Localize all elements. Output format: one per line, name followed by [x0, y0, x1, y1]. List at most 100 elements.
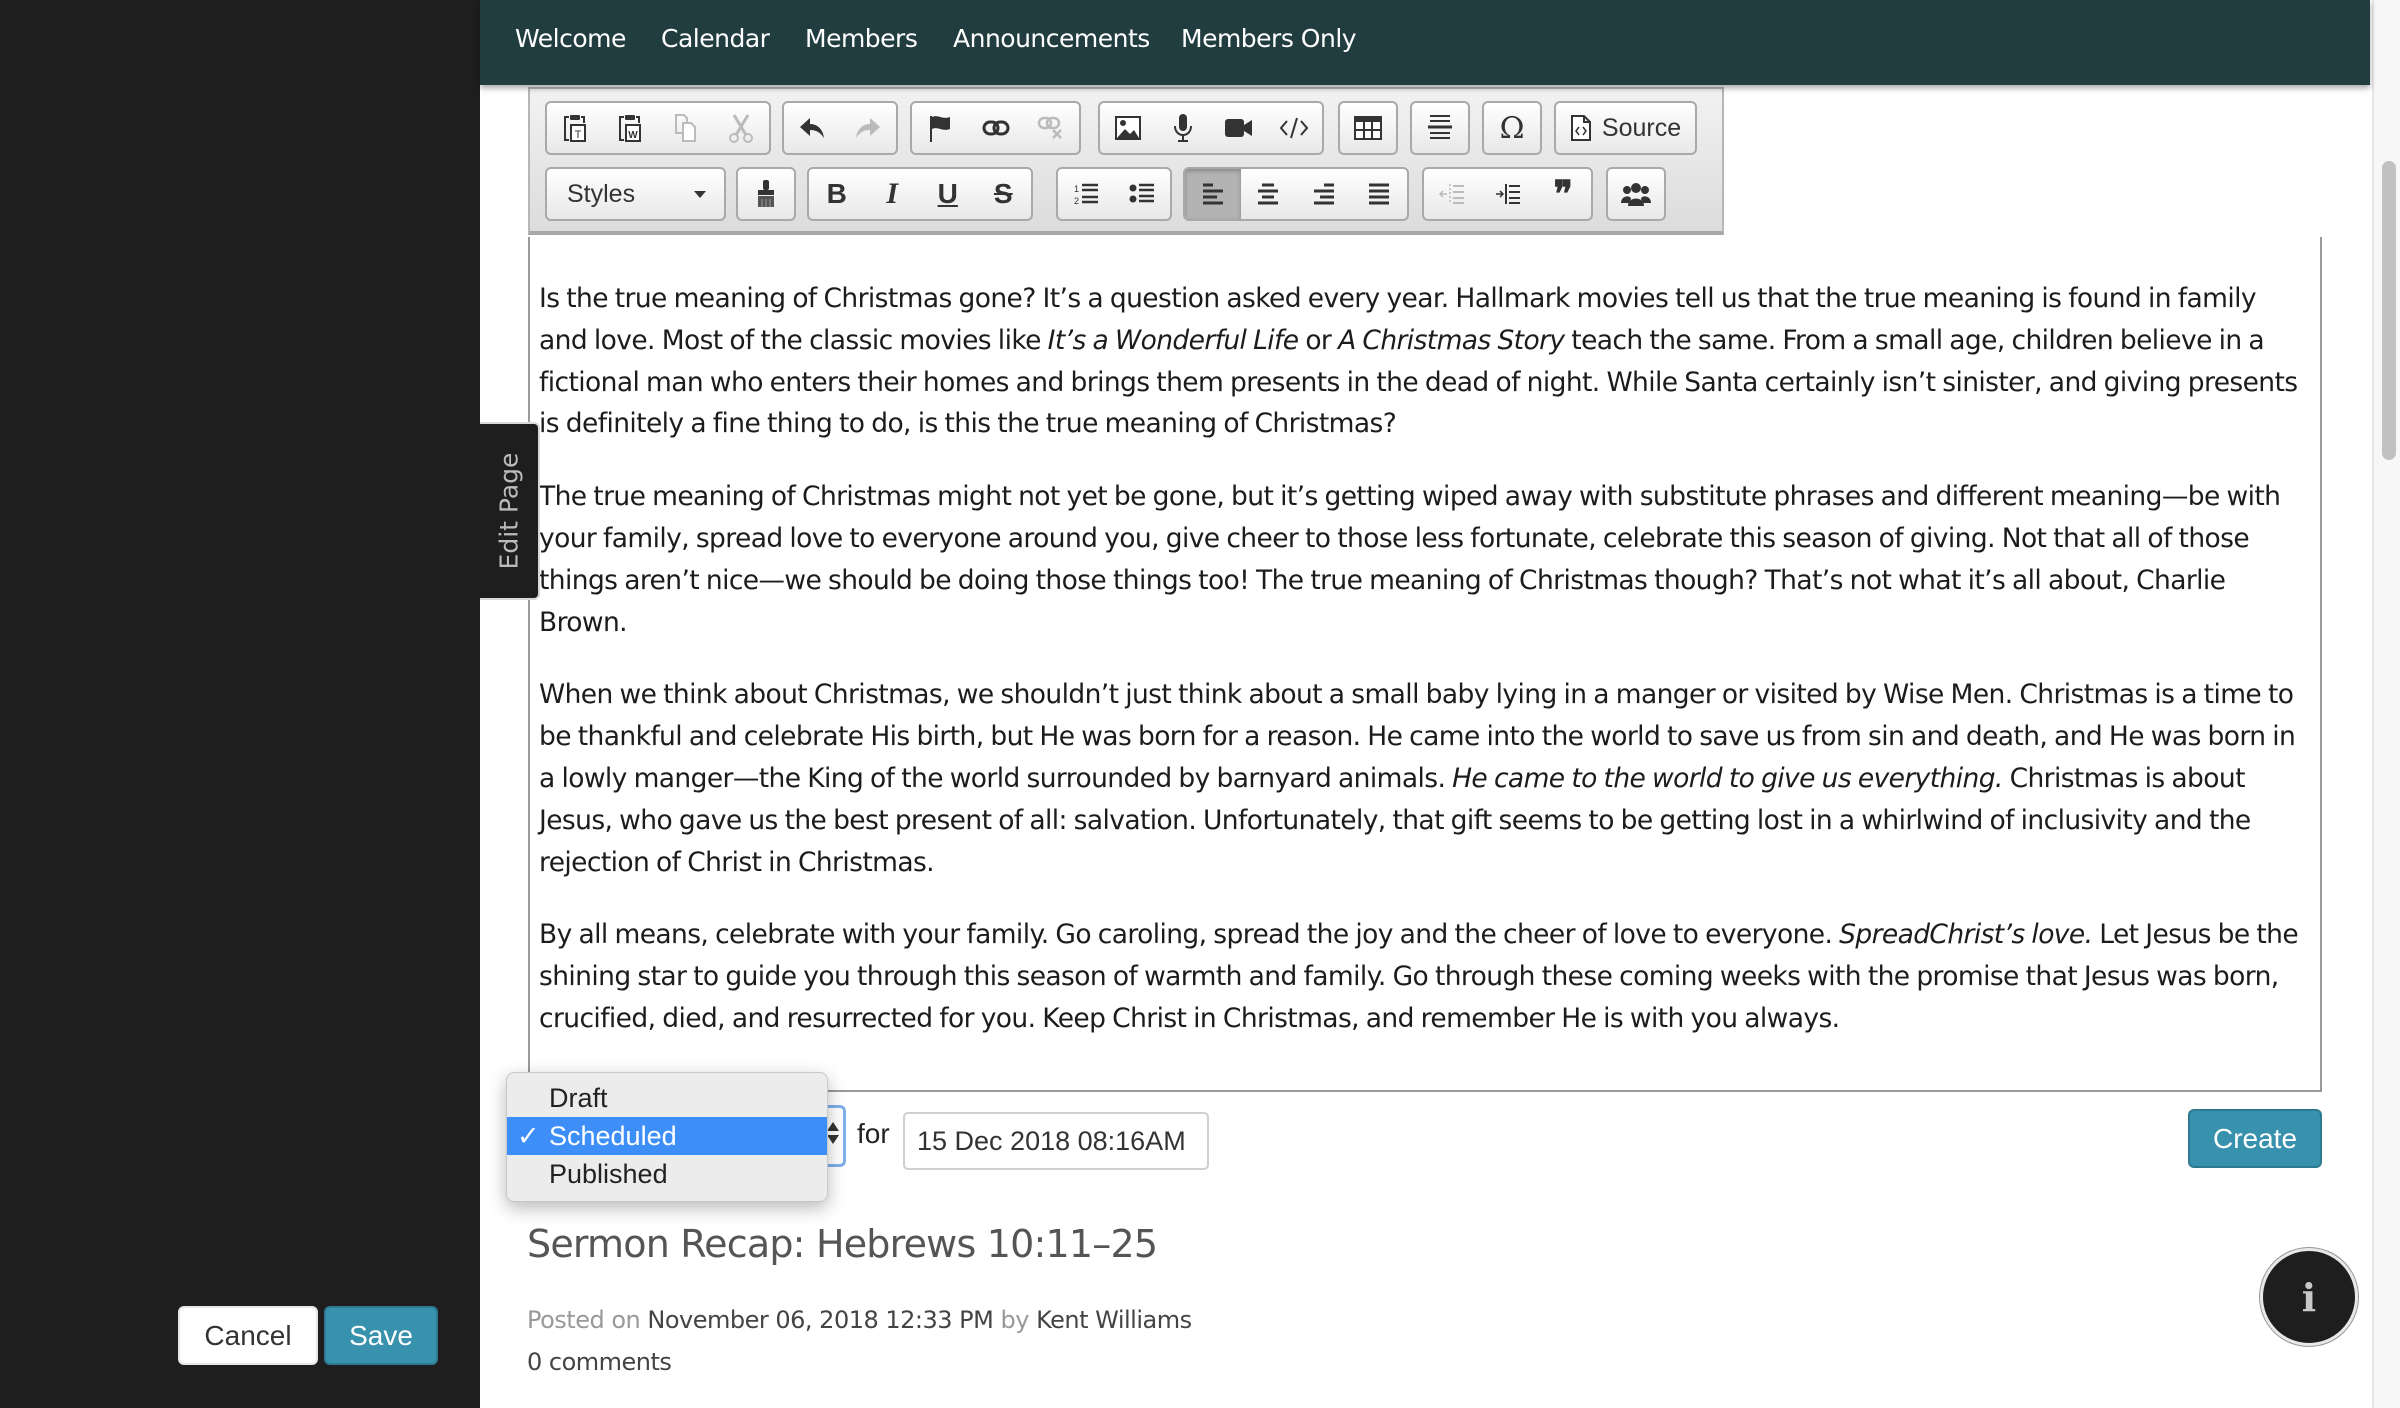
- indent-icon: [1495, 184, 1520, 204]
- image-button[interactable]: [1100, 103, 1156, 153]
- edit-page-label: Edit Page: [494, 452, 524, 570]
- source-button[interactable]: Source: [1556, 103, 1695, 153]
- horizontal-rule-button[interactable]: [1412, 103, 1468, 153]
- edit-page-tab[interactable]: Edit Page: [480, 422, 540, 600]
- nav-item-announcements[interactable]: Announcements: [953, 24, 1150, 53]
- horizontal-rule-icon: [1428, 115, 1452, 139]
- undo-icon: [800, 118, 824, 138]
- copy-button[interactable]: [658, 103, 714, 153]
- format-painter-group: [736, 167, 796, 221]
- align-justify-icon: [1369, 183, 1390, 205]
- link-button[interactable]: [968, 103, 1024, 153]
- posted-on-label: Posted on: [527, 1306, 641, 1334]
- editor-paragraph[interactable]: Is the true meaning of Christmas gone? I…: [539, 278, 2309, 445]
- editor-paragraph[interactable]: When we think about Christmas, we should…: [539, 674, 2309, 883]
- create-button[interactable]: Create: [2188, 1109, 2322, 1168]
- source-label: Source: [1601, 113, 1682, 142]
- left-edit-panel: [0, 0, 480, 1408]
- align-center-icon: [1258, 183, 1279, 205]
- bulleted-list-button[interactable]: [1114, 169, 1170, 219]
- paste-text-button[interactable]: T: [547, 103, 603, 153]
- special-char-group: Ω: [1482, 101, 1542, 155]
- nav-item-members-only[interactable]: Members Only: [1181, 24, 1357, 53]
- text-run: By all means, celebrate with your family…: [539, 919, 1840, 951]
- styles-label: Styles: [567, 179, 636, 208]
- bold-button[interactable]: B: [809, 169, 865, 219]
- top-navbar: Welcome Calendar Members Announcements M…: [480, 0, 2370, 85]
- status-option-scheduled[interactable]: ✓ Scheduled: [507, 1117, 827, 1155]
- svg-text:W: W: [629, 130, 639, 141]
- list-group: 12: [1056, 167, 1172, 221]
- source-icon: [1570, 115, 1591, 141]
- anchor-button[interactable]: [912, 103, 968, 153]
- editor-paragraph[interactable]: By all means, celebrate with your family…: [539, 914, 2309, 1039]
- numbered-list-button[interactable]: 12: [1058, 169, 1114, 219]
- undo-button[interactable]: [784, 103, 840, 153]
- users-icon: [1621, 183, 1651, 206]
- users-button[interactable]: [1608, 169, 1664, 219]
- info-button[interactable]: i: [2260, 1248, 2358, 1346]
- svg-text:1: 1: [1074, 184, 1079, 194]
- paste-word-button[interactable]: W: [603, 103, 659, 153]
- media-group: [1098, 101, 1324, 155]
- status-dropdown-menu: Draft ✓ Scheduled Published: [506, 1072, 828, 1202]
- outdent-button[interactable]: [1424, 169, 1480, 219]
- cancel-button[interactable]: Cancel: [178, 1306, 318, 1365]
- audio-icon: [1174, 114, 1193, 142]
- embed-code-button[interactable]: [1267, 103, 1323, 153]
- scrollbar-thumb[interactable]: [2382, 160, 2396, 461]
- video-icon: [1224, 119, 1252, 137]
- post-author: Kent Williams: [1036, 1306, 1192, 1334]
- hr-group: [1410, 101, 1470, 155]
- cut-icon: [729, 114, 754, 143]
- format-painter-button[interactable]: [738, 169, 794, 219]
- underline-button[interactable]: U: [920, 169, 976, 219]
- table-button[interactable]: [1340, 103, 1396, 153]
- nav-item-members[interactable]: Members: [805, 24, 918, 53]
- svg-text:2: 2: [1074, 196, 1079, 206]
- italic-button[interactable]: I: [865, 169, 921, 219]
- cut-button[interactable]: [714, 103, 770, 153]
- blockquote-button[interactable]: ❞: [1535, 169, 1591, 219]
- strikethrough-button[interactable]: S: [976, 169, 1032, 219]
- paintbrush-icon: [758, 180, 774, 207]
- chevron-down-icon: [694, 190, 706, 198]
- status-option-published[interactable]: Published: [507, 1155, 827, 1193]
- text-run: The true meaning of Christmas might not …: [539, 481, 2281, 638]
- post-meta: Posted on November 06, 2018 12:33 PM by …: [527, 1306, 1192, 1334]
- align-left-button[interactable]: [1185, 169, 1241, 219]
- audio-button[interactable]: [1156, 103, 1212, 153]
- option-label: Published: [549, 1159, 668, 1189]
- save-button[interactable]: Save: [324, 1306, 438, 1365]
- styles-dropdown[interactable]: Styles: [545, 167, 726, 221]
- nav-item-welcome[interactable]: Welcome: [515, 24, 626, 53]
- users-group: [1606, 167, 1666, 221]
- nav-item-calendar[interactable]: Calendar: [661, 24, 770, 53]
- redo-button[interactable]: [840, 103, 896, 153]
- link-icon: [982, 120, 1009, 136]
- post-date: November 06, 2018 12:33 PM: [647, 1306, 994, 1334]
- post-title[interactable]: Sermon Recap: Hebrews 10:11–25: [527, 1222, 1158, 1266]
- page-scrollbar[interactable]: [2372, 0, 2400, 1408]
- unlink-button[interactable]: [1023, 103, 1079, 153]
- image-icon: [1114, 116, 1141, 140]
- schedule-date-input[interactable]: [903, 1112, 1209, 1170]
- align-right-icon: [1313, 183, 1334, 205]
- italic-text: SpreadChrist’s love.: [1839, 919, 2093, 951]
- option-label: Draft: [549, 1083, 608, 1113]
- editor-paragraph[interactable]: The true meaning of Christmas might not …: [539, 476, 2309, 643]
- video-button[interactable]: [1211, 103, 1267, 153]
- anchor-flag-icon: [929, 116, 950, 142]
- align-right-button[interactable]: [1296, 169, 1352, 219]
- indent-button[interactable]: [1480, 169, 1536, 219]
- editor-body[interactable]: Is the true meaning of Christmas gone? I…: [528, 237, 2322, 1092]
- paste-text-icon: T: [563, 115, 586, 142]
- svg-text:T: T: [574, 129, 581, 141]
- status-option-draft[interactable]: Draft: [507, 1079, 827, 1117]
- editor-content[interactable]: Is the true meaning of Christmas gone? I…: [539, 278, 2309, 1071]
- align-center-button[interactable]: [1241, 169, 1297, 219]
- align-justify-button[interactable]: [1352, 169, 1408, 219]
- post-comments-link[interactable]: 0 comments: [527, 1348, 672, 1376]
- special-char-icon: Ω: [1499, 110, 1525, 146]
- special-char-button[interactable]: Ω: [1484, 103, 1540, 153]
